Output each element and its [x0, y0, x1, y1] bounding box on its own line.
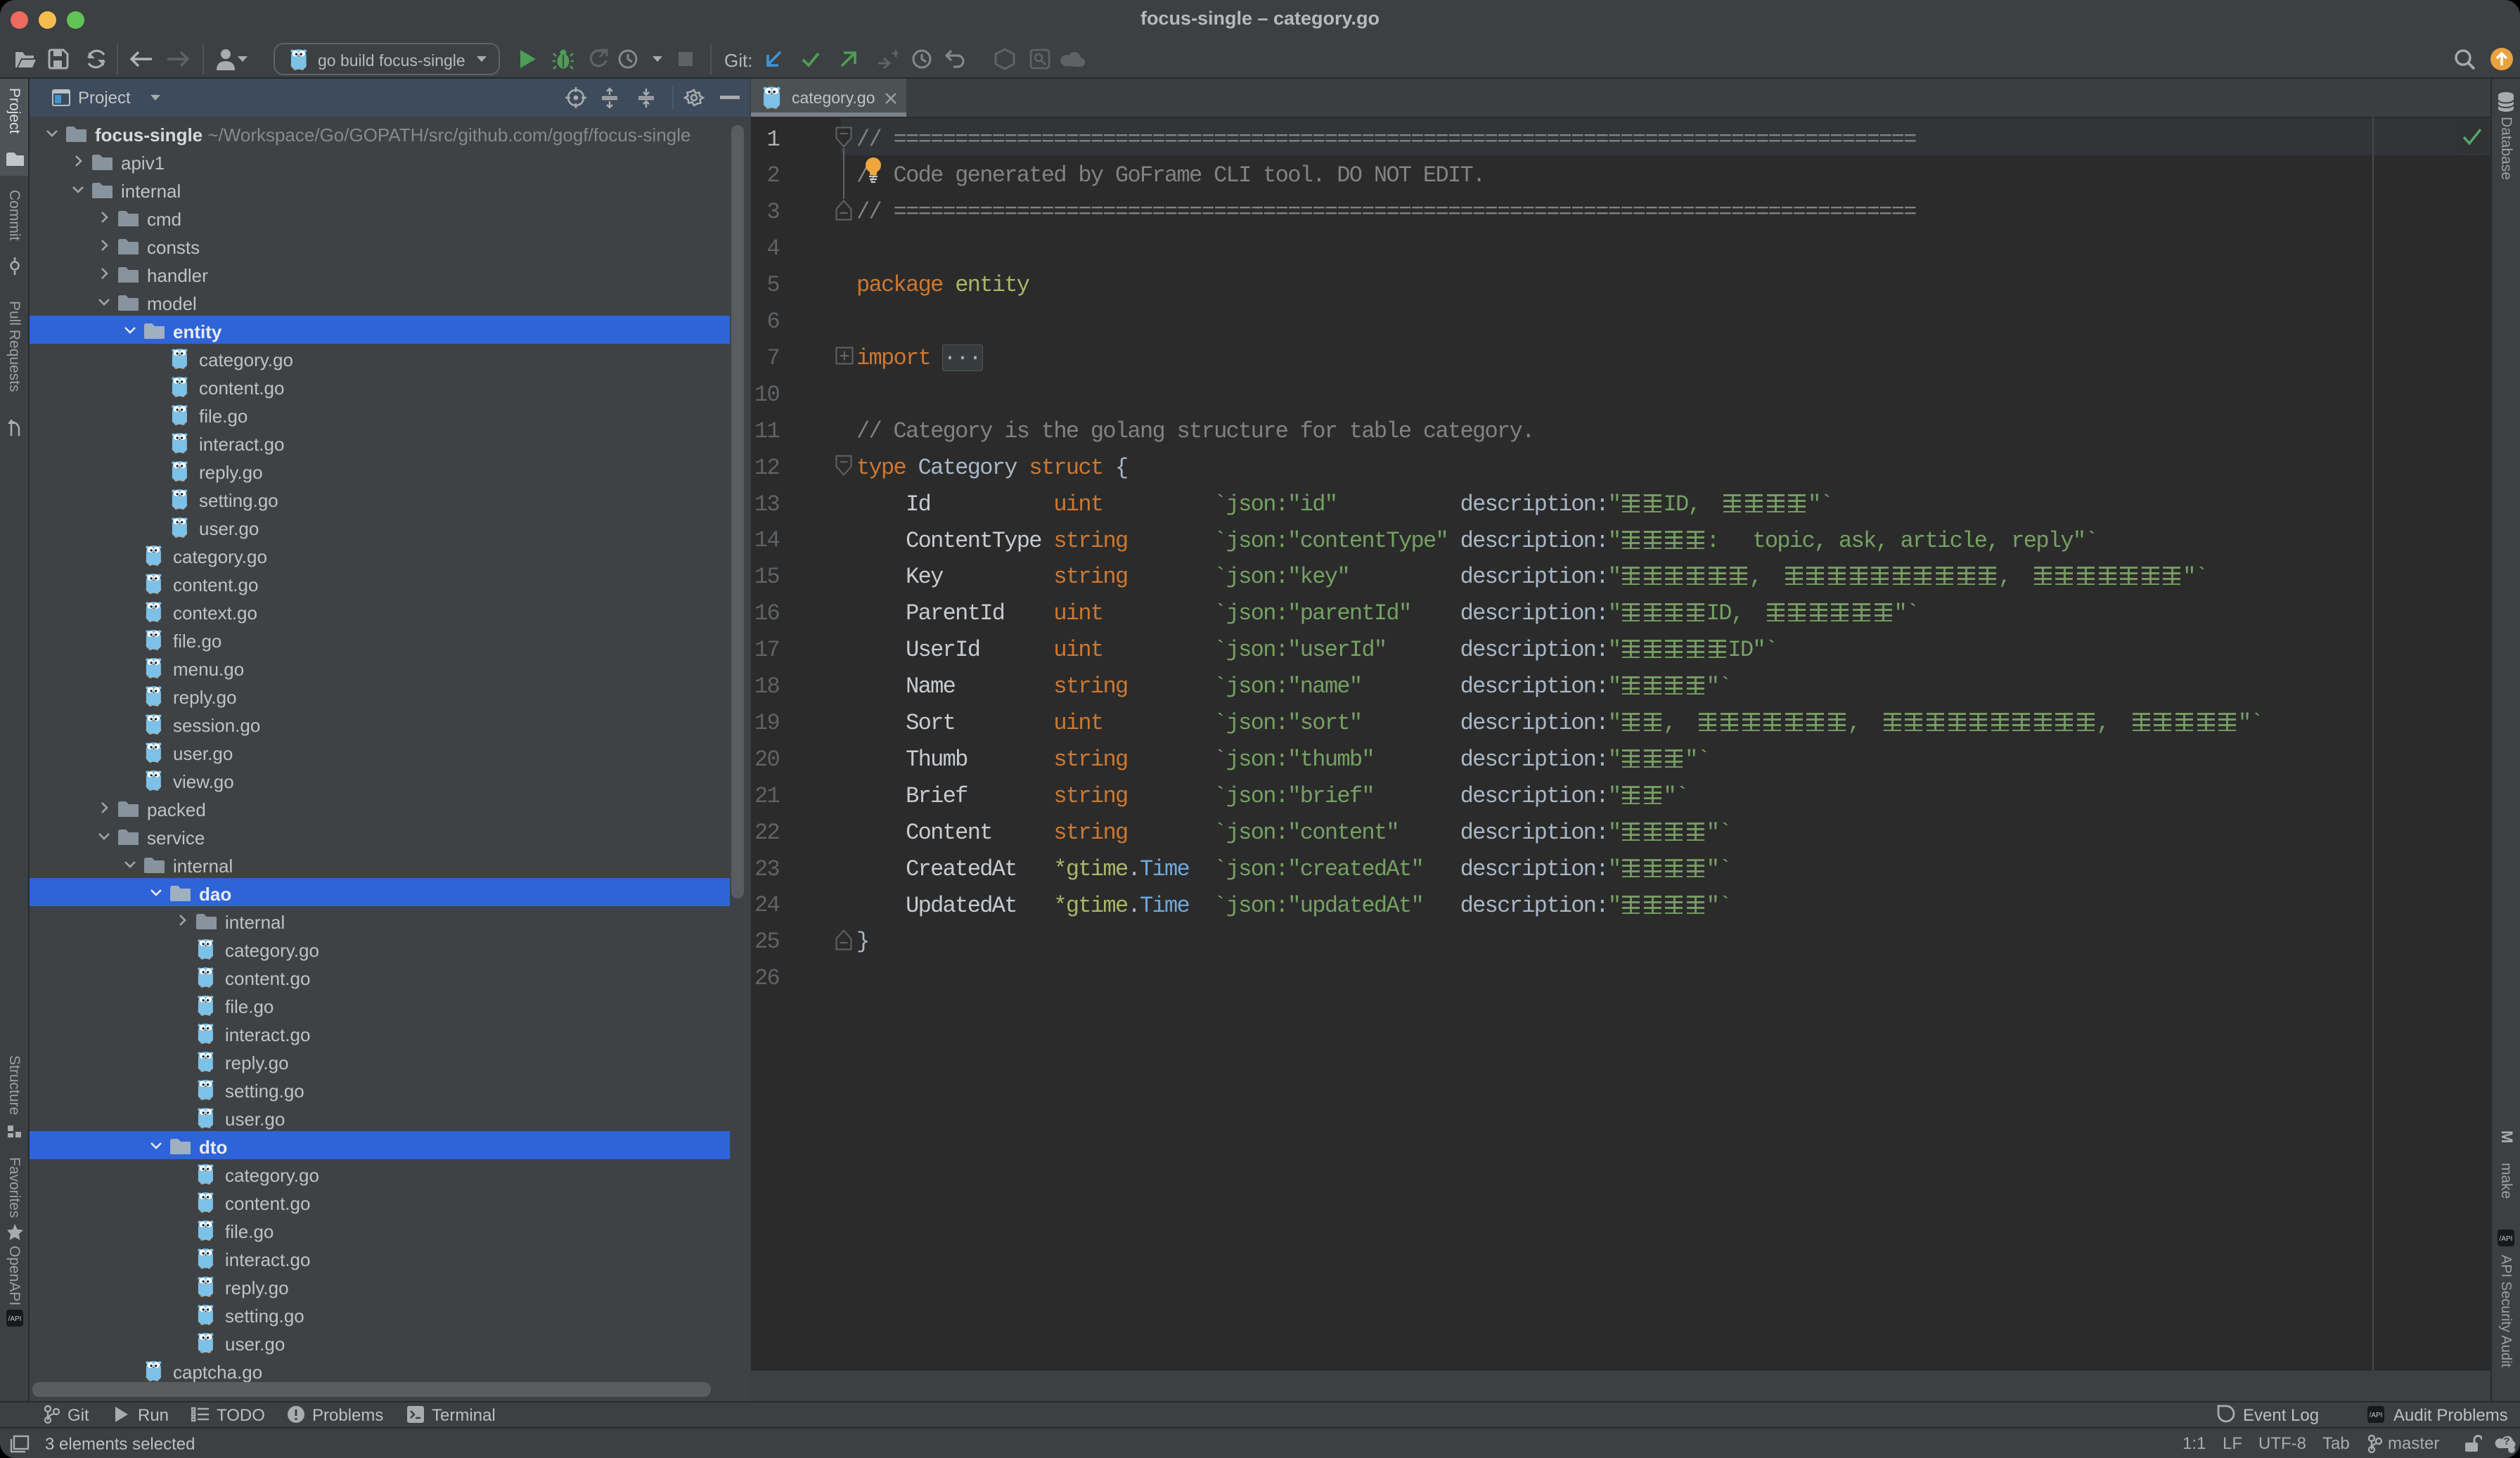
svg-text:/API: /API	[2500, 1235, 2513, 1243]
svg-text:/API: /API	[8, 1315, 22, 1323]
svg-text:?: ?	[2503, 1436, 2509, 1447]
svg-text:/API: /API	[2370, 1412, 2383, 1419]
